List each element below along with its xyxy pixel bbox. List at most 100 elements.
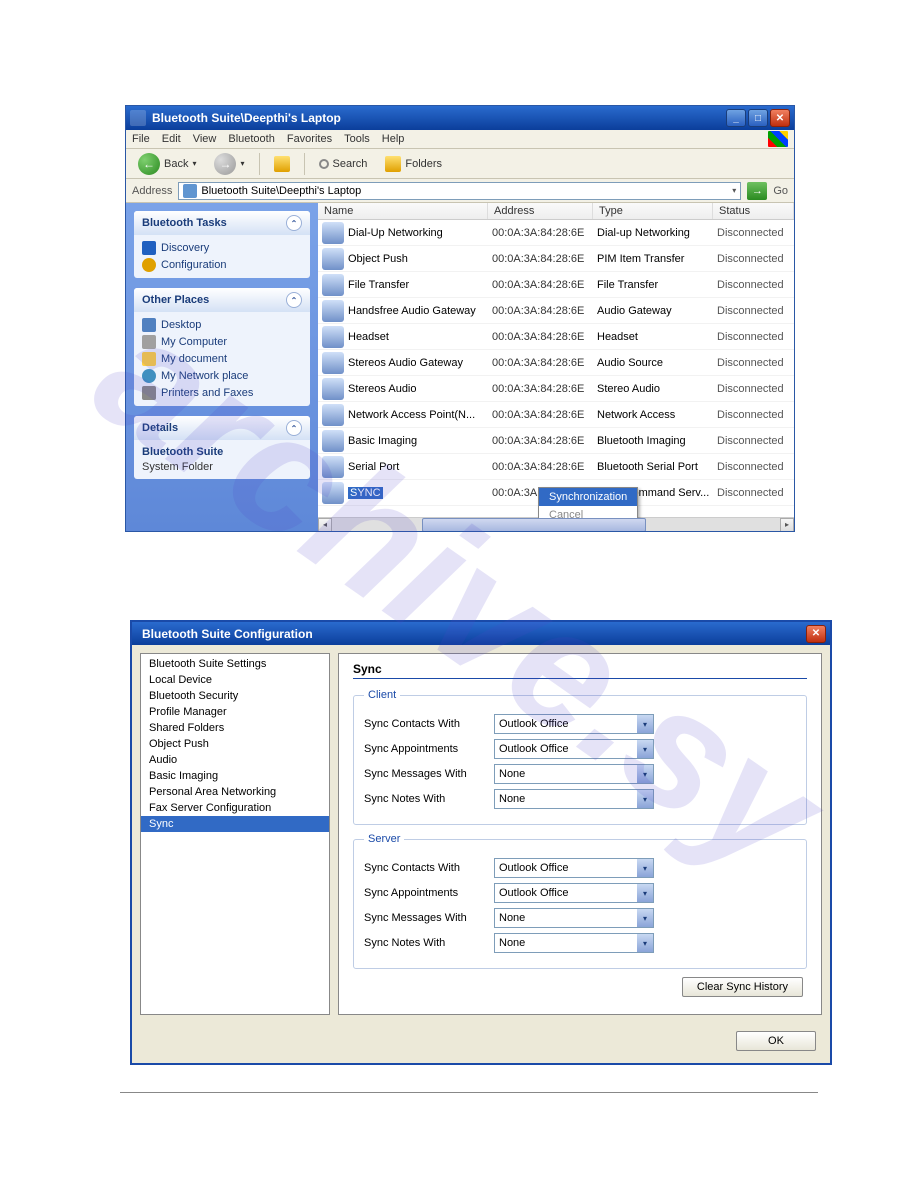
field-label: Sync Messages With [364, 912, 494, 924]
sidebar-item-printers[interactable]: Printers and Faxes [142, 386, 302, 400]
item-address: 00:0A:3A:84:28:6E [492, 435, 597, 447]
chevron-down-icon[interactable]: ▾ [637, 765, 653, 783]
list-item[interactable]: Stereos Audio00:0A:3A:84:28:6EStereo Aud… [318, 376, 794, 402]
panel-header[interactable]: Bluetooth Tasks ⌃ [134, 211, 310, 235]
list-item[interactable]: Basic Imaging00:0A:3A:84:28:6EBluetooth … [318, 428, 794, 454]
collapse-icon[interactable]: ⌃ [286, 420, 302, 436]
server-combo[interactable]: None▾ [494, 933, 654, 953]
item-address: 00:0A:3A:84:28:6E [492, 253, 597, 265]
form-row: Sync Contacts WithOutlook Office▾ [364, 858, 796, 878]
folders-button[interactable]: Folders [379, 154, 448, 174]
server-combo[interactable]: None▾ [494, 908, 654, 928]
ok-button[interactable]: OK [736, 1031, 816, 1051]
server-combo[interactable]: Outlook Office▾ [494, 883, 654, 903]
config-list-item[interactable]: Local Device [141, 672, 329, 688]
forward-button[interactable]: → ▾ [208, 151, 250, 177]
col-type[interactable]: Type [593, 203, 713, 219]
collapse-icon[interactable]: ⌃ [286, 292, 302, 308]
menu-tools[interactable]: Tools [344, 133, 370, 145]
back-arrow-icon: ← [138, 153, 160, 175]
config-list-item[interactable]: Profile Manager [141, 704, 329, 720]
scroll-thumb[interactable] [422, 518, 646, 532]
titlebar[interactable]: Bluetooth Suite Configuration ✕ [132, 622, 830, 645]
scroll-right-button[interactable]: ▸ [780, 518, 794, 532]
window-title: Bluetooth Suite Configuration [136, 627, 806, 641]
chevron-down-icon[interactable]: ▾ [732, 186, 736, 195]
chevron-down-icon[interactable]: ▾ [637, 859, 653, 877]
chevron-down-icon[interactable]: ▾ [637, 740, 653, 758]
panel-header[interactable]: Other Places ⌃ [134, 288, 310, 312]
client-fieldset: Client Sync Contacts WithOutlook Office▾… [353, 689, 807, 825]
chevron-down-icon[interactable]: ▾ [637, 934, 653, 952]
client-combo[interactable]: Outlook Office▾ [494, 739, 654, 759]
list-item[interactable]: File Transfer00:0A:3A:84:28:6EFile Trans… [318, 272, 794, 298]
list-item[interactable]: Stereos Audio Gateway00:0A:3A:84:28:6EAu… [318, 350, 794, 376]
menu-favorites[interactable]: Favorites [287, 133, 332, 145]
panel-heading: Sync [353, 662, 807, 679]
service-icon [322, 404, 344, 426]
config-list-item[interactable]: Object Push [141, 736, 329, 752]
col-address[interactable]: Address [488, 203, 593, 219]
other-places-panel: Other Places ⌃ Desktop My Computer My do… [134, 288, 310, 406]
config-list-item[interactable]: Shared Folders [141, 720, 329, 736]
chevron-down-icon[interactable]: ▾ [637, 909, 653, 927]
config-list-item[interactable]: Bluetooth Suite Settings [141, 656, 329, 672]
item-status: Disconnected [717, 279, 794, 291]
client-combo[interactable]: Outlook Office▾ [494, 714, 654, 734]
panel-header[interactable]: Details ⌃ [134, 416, 310, 440]
sidebar-item-desktop[interactable]: Desktop [142, 318, 302, 332]
server-combo[interactable]: Outlook Office ▾ [494, 858, 654, 878]
config-list-item[interactable]: Fax Server Configuration [141, 800, 329, 816]
list-item[interactable]: Object Push00:0A:3A:84:28:6EPIM Item Tra… [318, 246, 794, 272]
address-input[interactable]: Bluetooth Suite\Deepthi's Laptop ▾ [178, 182, 741, 200]
close-button[interactable]: ✕ [806, 625, 826, 643]
config-list-item[interactable]: Bluetooth Security [141, 688, 329, 704]
menu-help[interactable]: Help [382, 133, 405, 145]
config-list-item[interactable]: Audio [141, 752, 329, 768]
list-item[interactable]: Network Access Point(N...00:0A:3A:84:28:… [318, 402, 794, 428]
service-icon [322, 482, 344, 504]
list-item[interactable]: Serial Port00:0A:3A:84:28:6EBluetooth Se… [318, 454, 794, 480]
item-address: 00:0A:3A:84:28:6E [492, 383, 597, 395]
config-list-item[interactable]: Basic Imaging [141, 768, 329, 784]
client-combo[interactable]: None▾ [494, 789, 654, 809]
combo-value: Outlook Office [499, 862, 569, 874]
scroll-left-button[interactable]: ◂ [318, 518, 332, 532]
chevron-down-icon[interactable]: ▾ [637, 884, 653, 902]
list-item[interactable]: Handsfree Audio Gateway00:0A:3A:84:28:6E… [318, 298, 794, 324]
go-button[interactable]: → [747, 182, 767, 200]
sidebar-item-mycomputer[interactable]: My Computer [142, 335, 302, 349]
menu-bluetooth[interactable]: Bluetooth [228, 133, 274, 145]
up-button[interactable] [268, 154, 296, 174]
list-item[interactable]: Headset00:0A:3A:84:28:6EHeadsetDisconnec… [318, 324, 794, 350]
client-combo[interactable]: None▾ [494, 764, 654, 784]
config-category-list[interactable]: Bluetooth Suite SettingsLocal DeviceBlue… [140, 653, 330, 1015]
close-button[interactable]: ✕ [770, 109, 790, 127]
item-status: Disconnected [717, 461, 794, 473]
collapse-icon[interactable]: ⌃ [286, 215, 302, 231]
config-list-item[interactable]: Personal Area Networking [141, 784, 329, 800]
col-status[interactable]: Status [713, 203, 794, 219]
sidebar-item-network[interactable]: My Network place [142, 369, 302, 383]
minimize-button[interactable]: _ [726, 109, 746, 127]
sidebar-item-configuration[interactable]: Configuration [142, 258, 302, 272]
maximize-button[interactable]: □ [748, 109, 768, 127]
chevron-down-icon[interactable]: ▾ [637, 790, 653, 808]
sidebar-item-discovery[interactable]: Discovery [142, 241, 302, 255]
menu-view[interactable]: View [193, 133, 217, 145]
chevron-down-icon[interactable]: ▾ [637, 715, 653, 733]
list-item[interactable]: Dial-Up Networking00:0A:3A:84:28:6EDial-… [318, 220, 794, 246]
menu-edit[interactable]: Edit [162, 133, 181, 145]
search-button[interactable]: Search [313, 156, 374, 172]
back-button[interactable]: ← Back ▾ [132, 151, 202, 177]
titlebar[interactable]: Bluetooth Suite\Deepthi's Laptop _ □ ✕ [126, 106, 794, 130]
item-address: 00:0A:3A:84:28:6E [492, 305, 597, 317]
menu-item-synchronization[interactable]: Synchronization [539, 488, 637, 506]
menu-file[interactable]: File [132, 133, 150, 145]
col-name[interactable]: Name [318, 203, 488, 219]
sidebar-item-mydocument[interactable]: My document [142, 352, 302, 366]
horizontal-scrollbar[interactable]: ◂ ▸ [318, 517, 794, 531]
clear-sync-history-button[interactable]: Clear Sync History [682, 977, 803, 997]
item-type: Dial-up Networking [597, 227, 717, 239]
config-list-item[interactable]: Sync [141, 816, 329, 832]
